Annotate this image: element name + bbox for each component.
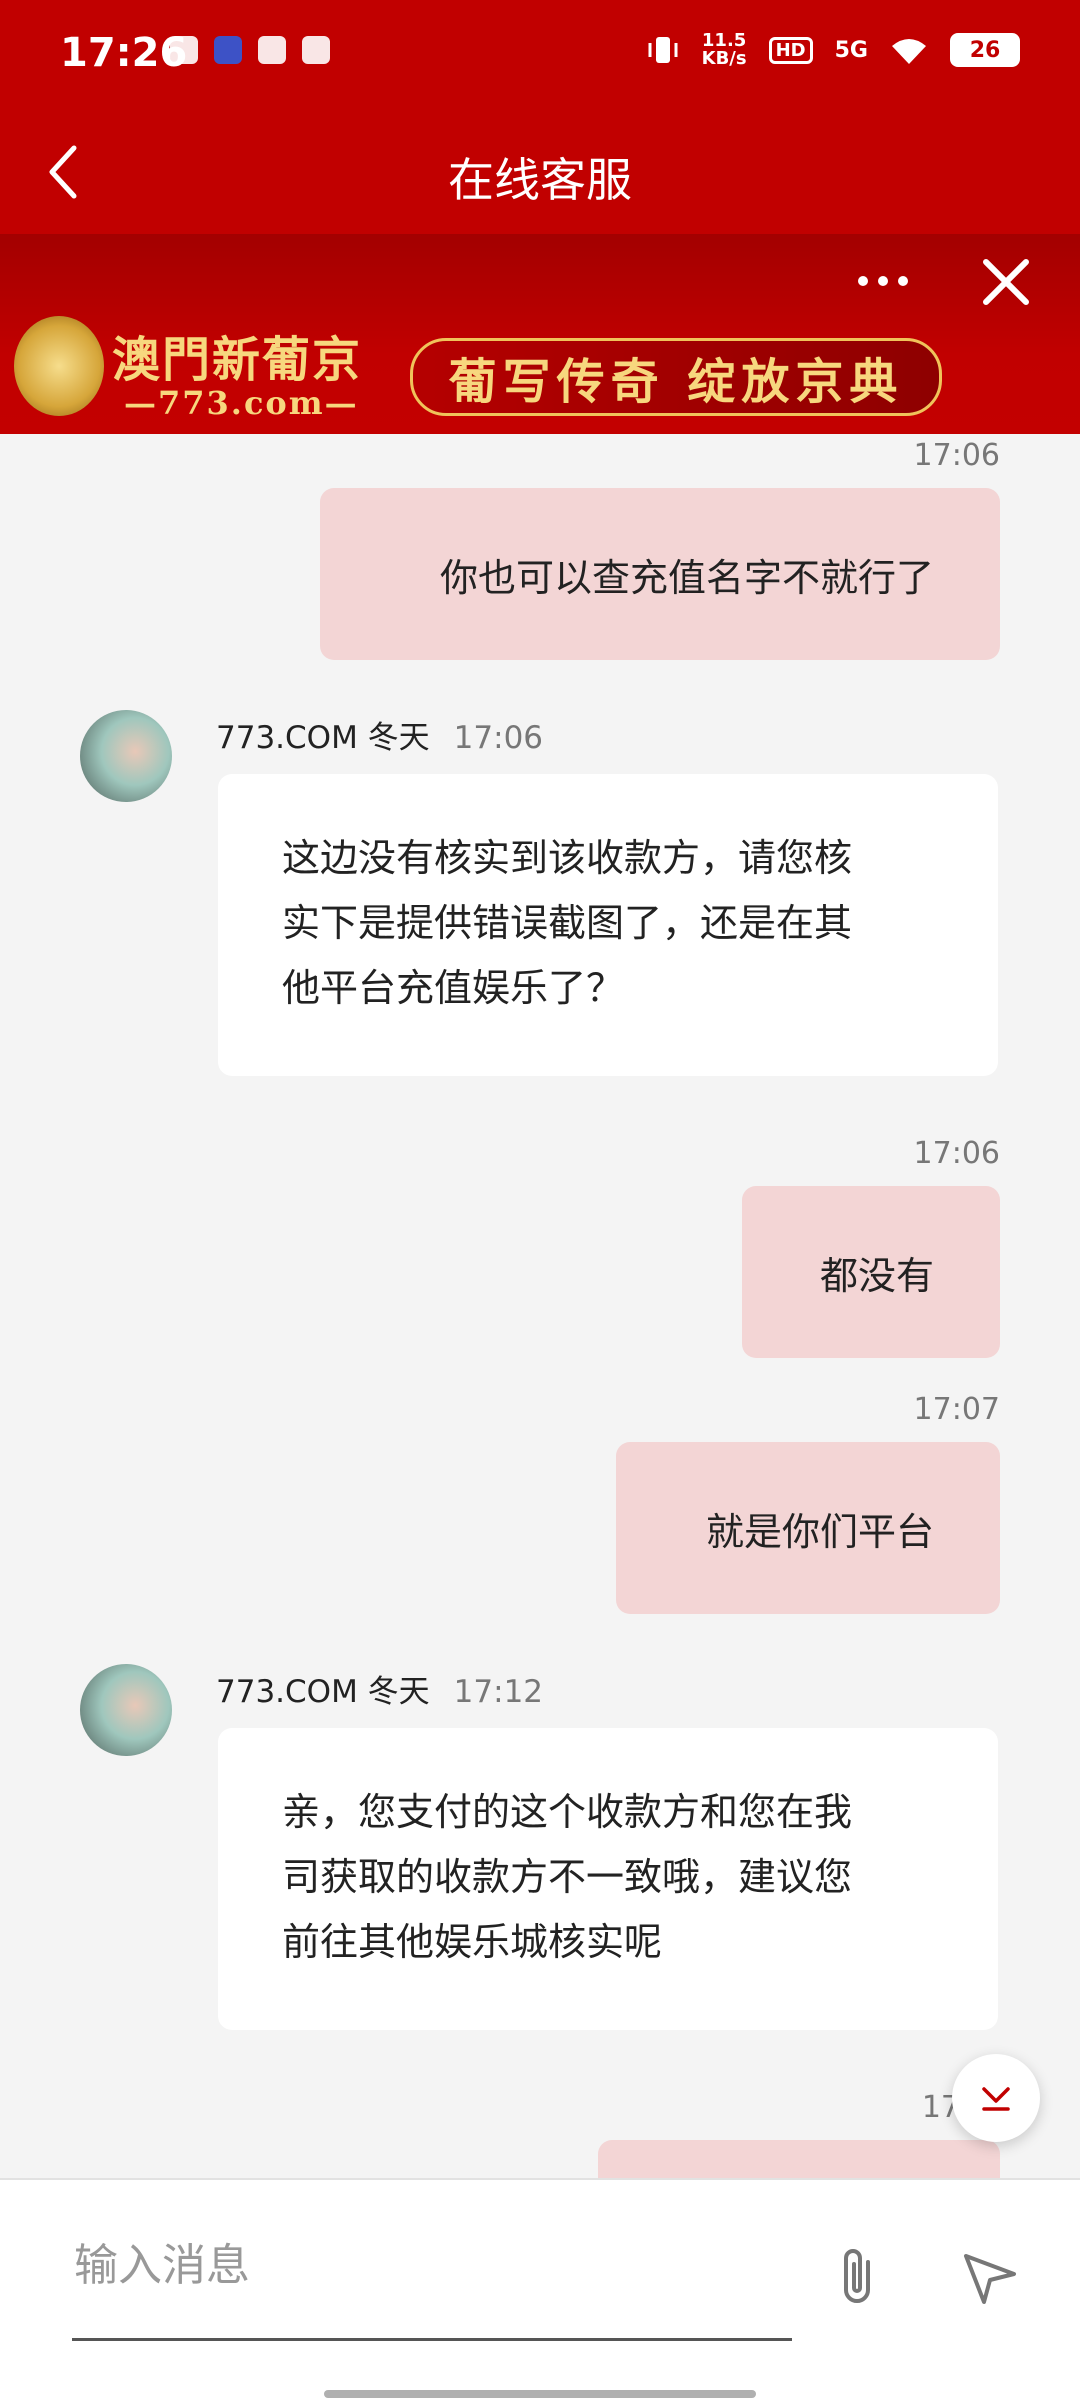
scroll-to-bottom-button[interactable]	[952, 2054, 1040, 2142]
message-line: 这边没有核实到该收款方，请您核	[282, 836, 853, 880]
wifi-icon	[892, 39, 926, 64]
agent-name: 773.COM 冬天	[216, 1674, 430, 1710]
agent-header: 773.COM 冬天 17:12	[216, 1666, 543, 1711]
app-notification-icon	[214, 36, 242, 64]
message-text: 就是你们平台	[705, 1509, 934, 1554]
page-title: 在线客服	[448, 153, 632, 207]
more-icon[interactable]	[858, 276, 918, 292]
agent-name: 773.COM 冬天	[216, 720, 430, 756]
message-line: 亲，您支付的这个收款方和您在我	[282, 1790, 853, 1834]
message-line: 他平台充值娱乐了？	[282, 966, 625, 1010]
message-input[interactable]	[72, 2224, 796, 2306]
network-speed: 11.5 KB/s	[702, 32, 747, 68]
message-time: 17:12	[453, 1674, 544, 1710]
incoming-message[interactable]: 这边没有核实到该收款方，请您核 实下是提供错误截图了，还是在其 他平台充值娱乐了…	[218, 774, 998, 1076]
status-bar: 17:26 11.5 KB/s HD 5G 26	[0, 0, 1080, 112]
mascot-icon	[302, 36, 330, 64]
send-icon[interactable]	[960, 2248, 1020, 2308]
sync-icon	[258, 36, 286, 64]
network-type: 5G	[834, 37, 868, 63]
promo-banner[interactable]: 澳門新葡京 —773.com— 葡写传奇 绽放京典	[0, 234, 1080, 434]
app-header: 在线客服	[0, 112, 1080, 234]
avatar[interactable]	[80, 710, 172, 802]
message-line: 实下是提供错误截图了，还是在其	[282, 901, 853, 945]
attach-icon[interactable]	[830, 2242, 884, 2312]
message-time: 17:06	[453, 720, 544, 756]
slogan: 葡写传奇 绽放京典	[448, 354, 904, 410]
input-underline	[72, 2338, 792, 2341]
battery-indicator: 26	[950, 33, 1020, 67]
outgoing-message[interactable]	[598, 2140, 1000, 2178]
slogan-box: 葡写传奇 绽放京典	[410, 338, 942, 416]
avatar[interactable]	[80, 1664, 172, 1756]
vibrate-icon	[648, 37, 678, 63]
incoming-message[interactable]: 亲，您支付的这个收款方和您在我 司获取的收款方不一致哦，建议您 前往其他娱乐城核…	[218, 1728, 998, 2030]
close-icon[interactable]	[978, 254, 1034, 310]
chat-area[interactable]: 17:06 你也可以查充值名字不就行了 773.COM 冬天 17:06 这边没有…	[0, 434, 1080, 2178]
message-line: 前往其他娱乐城核实呢	[282, 1920, 663, 1964]
status-time: 17:26	[60, 30, 188, 76]
outgoing-message[interactable]: 都没有	[742, 1186, 1000, 1358]
location-icon	[170, 36, 198, 64]
brand-name: 澳門新葡京	[112, 332, 363, 388]
message-text: 都没有	[819, 1253, 934, 1298]
notification-icons	[170, 36, 330, 64]
chevron-down-icon	[982, 2087, 1010, 2111]
hd-badge: HD	[768, 36, 813, 64]
message-time: 17:06	[913, 1136, 1000, 1171]
outgoing-message[interactable]: 你也可以查充值名字不就行了	[320, 488, 1000, 660]
speed-unit: KB/s	[701, 48, 747, 69]
brand-logo-icon	[14, 316, 104, 416]
message-time: 17:07	[913, 1392, 1000, 1427]
message-text: 你也可以查充值名字不就行了	[439, 555, 934, 600]
outgoing-message[interactable]: 就是你们平台	[616, 1442, 1000, 1614]
home-indicator	[324, 2390, 756, 2398]
message-time: 17:06	[913, 438, 1000, 473]
brand-url: —773.com—	[124, 384, 359, 422]
status-indicators: 11.5 KB/s HD 5G 26	[646, 32, 1020, 68]
message-input-bar	[0, 2178, 1080, 2402]
message-line: 司获取的收款方不一致哦，建议您	[282, 1855, 853, 1899]
agent-header: 773.COM 冬天 17:06	[216, 712, 543, 757]
